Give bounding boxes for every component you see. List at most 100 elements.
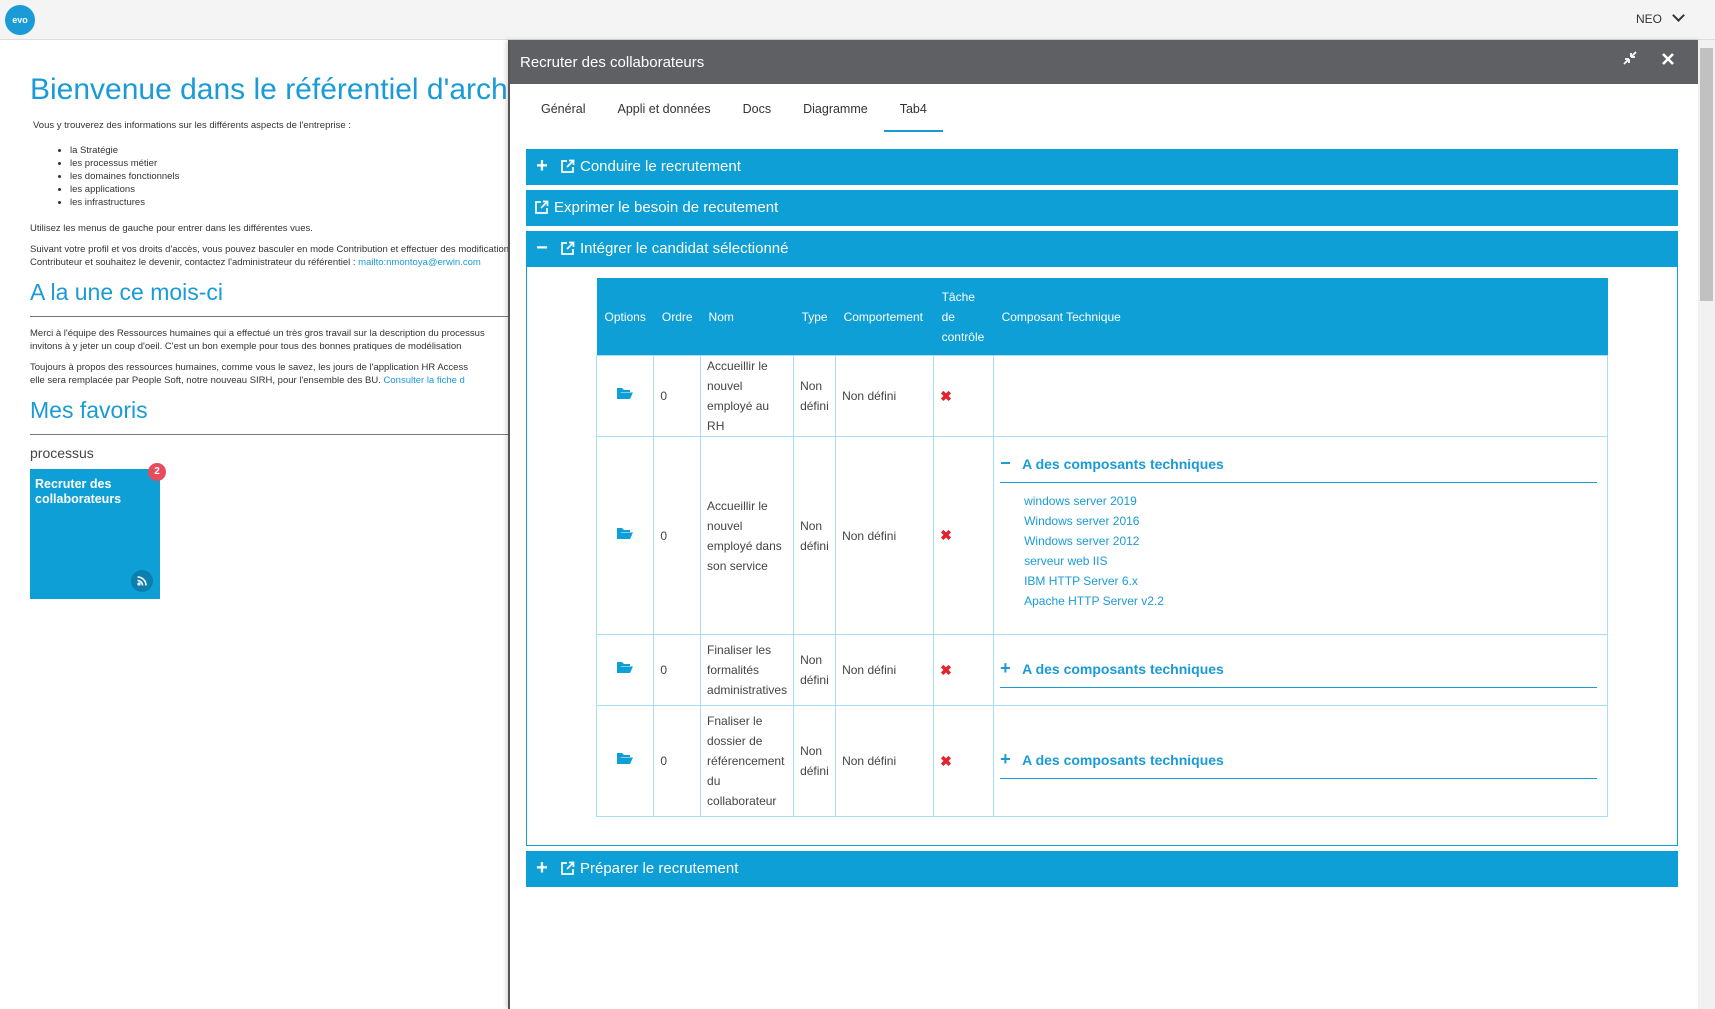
component-cell: + A des composants techniques bbox=[993, 705, 1608, 817]
external-link-icon[interactable] bbox=[534, 200, 549, 214]
external-link-icon[interactable] bbox=[560, 159, 575, 173]
component-link[interactable]: IBM HTTP Server 6.x bbox=[1024, 571, 1601, 591]
component-cell: + A des composants techniques bbox=[993, 634, 1608, 706]
expand-icon[interactable]: + bbox=[534, 858, 550, 878]
news-text: Toujours à propos des ressources humaine… bbox=[30, 362, 468, 373]
section-preparer-recrutement[interactable]: + Préparer le recrutement bbox=[526, 851, 1678, 887]
count-badge: 2 bbox=[148, 463, 166, 481]
column-header[interactable]: Nom bbox=[701, 278, 794, 356]
component-link[interactable]: serveur web IIS bbox=[1024, 551, 1601, 571]
type-cell: Non défini bbox=[793, 634, 837, 706]
expand-icon[interactable]: + bbox=[1000, 658, 1014, 678]
folder-open-icon[interactable] bbox=[616, 751, 634, 764]
user-menu[interactable]: NEO bbox=[1635, 9, 1685, 26]
tab-general[interactable]: Général bbox=[525, 90, 601, 130]
component-cell: − A des composants techniques windows ser… bbox=[993, 436, 1608, 635]
section-conduire-recrutement[interactable]: + Conduire le recrutement bbox=[526, 149, 1678, 185]
rss-icon[interactable] bbox=[131, 570, 153, 592]
section-exprimer-besoin[interactable]: Exprimer le besoin de recutement bbox=[526, 190, 1678, 226]
comportement-cell: Non défini bbox=[835, 705, 935, 817]
section-title: Exprimer le besoin de recutement bbox=[554, 199, 779, 216]
intro-text: Vous y trouverez des informations sur le… bbox=[33, 120, 351, 131]
tab-diagramme[interactable]: Diagramme bbox=[787, 90, 884, 130]
panel-header: Recruter des collaborateurs bbox=[510, 40, 1700, 84]
collapse-icon[interactable]: − bbox=[534, 238, 550, 258]
nom-cell: Fnaliser le dossier de référencement du … bbox=[700, 705, 795, 817]
favorite-tile[interactable]: Recruter des collaborateurs 2 bbox=[30, 463, 166, 599]
column-header[interactable]: Type bbox=[794, 278, 836, 356]
type-cell: Non défini bbox=[793, 436, 837, 635]
components-list: windows server 2019 Windows server 2016 … bbox=[1024, 491, 1601, 611]
column-header[interactable]: Ordre bbox=[654, 278, 701, 356]
ordre-cell: 0 bbox=[653, 355, 702, 437]
news-text: invitons à y jeter un coup d'oeil. C'est… bbox=[30, 341, 462, 352]
list-item: les applications bbox=[70, 183, 510, 196]
list-item: la Stratégie bbox=[70, 144, 510, 157]
table-row: 0 Accueillir le nouvel employé au RH Non… bbox=[595, 355, 1608, 437]
section-title: Conduire le recrutement bbox=[580, 158, 741, 175]
column-header[interactable]: Composant Technique bbox=[994, 278, 1608, 356]
tab-docs[interactable]: Docs bbox=[727, 90, 787, 130]
close-icon[interactable] bbox=[1658, 51, 1678, 71]
expand-icon[interactable]: + bbox=[534, 156, 550, 176]
table-header-row: Options Ordre Nom Type Comportement Tâch… bbox=[596, 278, 1608, 356]
nom-cell: Finaliser les formalités administratives bbox=[700, 634, 795, 706]
evo-logo[interactable]: evo bbox=[5, 5, 35, 35]
news-text: Merci à l'équipe des Ressources humaines… bbox=[30, 328, 485, 339]
control-task-cell: ✖ bbox=[933, 634, 995, 706]
comportement-cell: Non défini bbox=[835, 634, 935, 706]
folder-open-icon[interactable] bbox=[616, 526, 634, 539]
admin-link[interactable]: mailto:nmontoya@erwin.com bbox=[358, 257, 481, 268]
user-name: NEO bbox=[1635, 12, 1662, 26]
list-item: les processus métier bbox=[70, 157, 510, 170]
column-header[interactable]: Tâche de contrôle bbox=[934, 278, 994, 356]
tab-tab4[interactable]: Tab4 bbox=[883, 90, 943, 132]
cross-icon: ✖ bbox=[940, 661, 952, 678]
section-integrer-candidat[interactable]: − Intégrer le candidat sélectionné bbox=[526, 231, 1678, 267]
ordre-cell: 0 bbox=[653, 634, 702, 706]
component-link[interactable]: windows server 2019 bbox=[1024, 491, 1601, 511]
components-toggle[interactable]: − A des composants techniques bbox=[1000, 447, 1597, 483]
external-link-icon[interactable] bbox=[560, 241, 575, 255]
type-cell: Non défini bbox=[793, 705, 837, 817]
minimize-icon[interactable] bbox=[1620, 51, 1640, 71]
nom-cell: Accueillir le nouvel employé au RH bbox=[700, 355, 795, 437]
ordre-cell: 0 bbox=[653, 705, 702, 817]
component-link[interactable]: Apache HTTP Server v2.2 bbox=[1024, 591, 1601, 611]
detail-panel: Recruter des collaborateurs Général Appli… bbox=[508, 40, 1700, 1009]
tile-title: Recruter des collaborateurs bbox=[35, 477, 122, 506]
scrollbar[interactable] bbox=[1698, 40, 1715, 1009]
column-header[interactable]: Options bbox=[597, 278, 654, 356]
folder-open-icon[interactable] bbox=[616, 386, 634, 399]
news-link[interactable]: Consulter la fiche d bbox=[384, 375, 465, 386]
cross-icon: ✖ bbox=[940, 752, 952, 769]
tasks-table: Options Ordre Nom Type Comportement Tâch… bbox=[595, 278, 1608, 817]
control-task-cell: ✖ bbox=[933, 355, 995, 437]
external-link-icon[interactable] bbox=[560, 861, 575, 875]
section-title: Intégrer le candidat sélectionné bbox=[580, 240, 789, 257]
home-page: Bienvenue dans le référentiel d'architec… bbox=[30, 40, 779, 599]
component-link[interactable]: Windows server 2016 bbox=[1024, 511, 1601, 531]
expand-icon[interactable]: + bbox=[1000, 749, 1014, 769]
tab-appli-donnees[interactable]: Appli et données bbox=[601, 90, 726, 130]
folder-open-icon[interactable] bbox=[616, 660, 634, 673]
components-toggle[interactable]: + A des composants techniques bbox=[1000, 652, 1597, 688]
page-title: Bienvenue dans le référentiel d'architec… bbox=[30, 73, 779, 106]
table-row: 0 Finaliser les formalités administrativ… bbox=[595, 634, 1608, 706]
cross-icon: ✖ bbox=[940, 527, 952, 543]
tab-bar: Général Appli et données Docs Diagramme Tab4 bbox=[525, 90, 943, 132]
cross-icon: ✖ bbox=[940, 387, 952, 404]
control-task-cell: ✖ bbox=[933, 436, 995, 635]
top-bar: evo NEO bbox=[0, 0, 1715, 40]
component-link[interactable]: Windows server 2012 bbox=[1024, 531, 1601, 551]
type-cell: Non défini bbox=[793, 355, 837, 437]
component-cell bbox=[993, 355, 1608, 437]
column-header[interactable]: Comportement bbox=[836, 278, 934, 356]
options-cell bbox=[595, 355, 655, 437]
panel-title: Recruter des collaborateurs bbox=[520, 54, 705, 71]
scrollbar-thumb[interactable] bbox=[1700, 48, 1713, 301]
components-toggle[interactable]: + A des composants techniques bbox=[1000, 743, 1597, 779]
collapse-icon[interactable]: − bbox=[1000, 453, 1014, 473]
ordre-cell: 0 bbox=[653, 436, 702, 635]
news-heading: A la une ce mois-ci bbox=[30, 279, 508, 317]
